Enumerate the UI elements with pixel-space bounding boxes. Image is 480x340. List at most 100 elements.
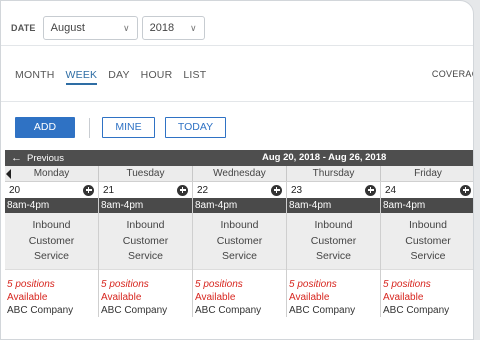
shift-title-line: Customer — [405, 234, 451, 247]
day-header: Wednesday — [193, 166, 287, 181]
day-name: Tuesday — [126, 168, 165, 179]
day-name: Friday — [414, 168, 442, 179]
positions-count: 5 positions — [195, 279, 243, 290]
arrow-left-icon: ← — [11, 152, 22, 164]
divider — [1, 101, 473, 102]
date-filter: DATE August ∨ 2018 ∨ — [1, 1, 473, 45]
date-number: 21 — [103, 184, 115, 196]
shift-time[interactable]: 8am-4pm — [287, 198, 380, 213]
date-range: Aug 20, 2018 - Aug 26, 2018 — [262, 152, 387, 163]
availability-status: Available — [195, 292, 236, 303]
action-bar: ADD MINE TODAY — [15, 117, 226, 138]
date-cell: 24 — [381, 182, 473, 198]
shift-meta: 5 positions Available ABC Company — [287, 270, 380, 317]
day-column: 20 8am-4pm Inbound Customer Service 5 po… — [5, 182, 99, 317]
day-header-row: Monday Tuesday Wednesday Thursday Friday — [5, 166, 473, 182]
week-calendar: ← Previous Aug 20, 2018 - Aug 26, 2018 M… — [5, 150, 473, 317]
shift-time[interactable]: 8am-4pm — [5, 198, 98, 213]
tab-list[interactable]: LIST — [183, 69, 206, 85]
shift-title-line: Customer — [310, 234, 357, 247]
today-button[interactable]: TODAY — [165, 117, 226, 138]
add-button[interactable]: ADD — [15, 117, 75, 138]
company-name: ABC Company — [289, 305, 356, 316]
date-label: DATE — [11, 22, 36, 33]
add-shift-icon[interactable] — [83, 184, 94, 196]
shift-title-line: Inbound — [314, 219, 353, 231]
availability-status: Available — [101, 292, 142, 303]
previous-week-button[interactable]: ← Previous — [11, 152, 64, 164]
date-number: 22 — [197, 184, 209, 196]
day-header: Thursday — [287, 166, 381, 181]
date-cell: 22 — [193, 182, 286, 198]
shift-title-line: Service — [221, 250, 257, 262]
day-name: Monday — [33, 168, 70, 179]
day-column: 23 8am-4pm Inbound Customer Service 5 po… — [287, 182, 381, 317]
day-column: 24 8am-4pm Inbound Customer Service 5 po… — [381, 182, 473, 317]
add-shift-icon[interactable] — [365, 184, 376, 196]
availability-status: Available — [289, 292, 330, 303]
company-name: ABC Company — [195, 305, 262, 316]
shift-title-line: Service — [33, 250, 69, 262]
month-select[interactable]: August ∨ — [42, 15, 138, 40]
mine-button[interactable]: MINE — [102, 117, 155, 138]
positions-count: 5 positions — [7, 279, 55, 290]
separator — [89, 117, 90, 138]
shift-title-line: Customer — [28, 234, 75, 247]
shift-title-line: Inbound — [32, 219, 71, 231]
tab-coverage[interactable]: COVERAG — [432, 69, 473, 79]
add-shift-icon[interactable] — [271, 184, 282, 196]
shift-card[interactable]: Inbound Customer Service — [193, 213, 286, 270]
shift-meta: 5 positions Available ABC Company — [381, 270, 473, 317]
chevron-down-icon: ∨ — [123, 22, 130, 33]
calendar-nav-bar: ← Previous Aug 20, 2018 - Aug 26, 2018 — [5, 150, 473, 166]
add-shift-icon[interactable] — [177, 184, 188, 196]
shift-card[interactable]: Inbound Customer Service — [381, 213, 473, 270]
day-header: Friday — [381, 166, 473, 181]
date-number: 24 — [385, 184, 397, 196]
add-shift-icon[interactable] — [460, 184, 471, 196]
tab-month[interactable]: MONTH — [15, 69, 55, 85]
chevron-down-icon: ∨ — [190, 22, 197, 33]
date-number: 20 — [9, 184, 21, 196]
tab-day[interactable]: DAY — [108, 69, 129, 85]
positions-count: 5 positions — [101, 279, 149, 290]
shift-time[interactable]: 8am-4pm — [381, 198, 473, 213]
shift-card[interactable]: Inbound Customer Service — [5, 213, 98, 270]
day-name: Wednesday — [213, 168, 266, 179]
day-column: 22 8am-4pm Inbound Customer Service 5 po… — [193, 182, 287, 317]
shift-card[interactable]: Inbound Customer Service — [287, 213, 380, 270]
shift-time[interactable]: 8am-4pm — [99, 198, 192, 213]
company-name: ABC Company — [101, 305, 168, 316]
month-value: August — [50, 21, 85, 34]
shift-title-line: Customer — [122, 234, 169, 247]
divider — [1, 45, 473, 46]
shift-title-line: Service — [410, 250, 446, 262]
availability-status: Available — [383, 292, 424, 303]
view-tabs: MONTH WEEK DAY HOUR LIST — [15, 69, 217, 85]
day-header: Tuesday — [99, 166, 193, 181]
shift-title-line: Service — [315, 250, 351, 262]
shift-meta: 5 positions Available ABC Company — [5, 270, 98, 317]
positions-count: 5 positions — [383, 279, 431, 290]
availability-status: Available — [7, 292, 48, 303]
day-name: Thursday — [312, 168, 355, 179]
date-cell: 23 — [287, 182, 380, 198]
date-cell: 21 — [99, 182, 192, 198]
company-name: ABC Company — [383, 305, 450, 316]
year-select[interactable]: 2018 ∨ — [141, 15, 205, 40]
shift-title-line: Service — [127, 250, 163, 262]
shift-card[interactable]: Inbound Customer Service — [99, 213, 192, 270]
caret-left-icon[interactable] — [6, 169, 11, 179]
positions-count: 5 positions — [289, 279, 337, 290]
date-number: 23 — [291, 184, 303, 196]
shift-title-line: Inbound — [409, 219, 447, 231]
shift-time[interactable]: 8am-4pm — [193, 198, 286, 213]
shift-title-line: Customer — [216, 234, 263, 247]
previous-label: Previous — [27, 152, 64, 164]
year-value: 2018 — [149, 21, 175, 34]
tab-week[interactable]: WEEK — [65, 69, 98, 85]
day-column: 21 8am-4pm Inbound Customer Service 5 po… — [99, 182, 193, 317]
tab-hour[interactable]: HOUR — [141, 69, 173, 85]
shift-title-line: Inbound — [126, 219, 165, 231]
day-columns: 20 8am-4pm Inbound Customer Service 5 po… — [5, 182, 473, 317]
